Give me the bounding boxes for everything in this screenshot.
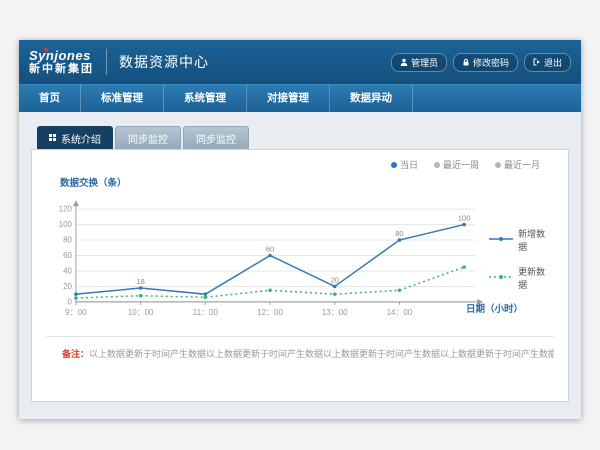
svg-text:11：00: 11：00 — [193, 308, 219, 317]
content-area: 系统介绍 同步监控 同步监控 当日 最近一周 — [19, 112, 581, 419]
svg-text:60: 60 — [63, 251, 72, 260]
header-actions: 管理员 修改密码 退出 — [391, 53, 571, 72]
user-icon — [400, 58, 408, 66]
svg-text:100: 100 — [59, 220, 73, 229]
radio-dot-icon — [434, 162, 440, 168]
svg-text:18: 18 — [136, 277, 144, 286]
desktop-background: Synjones 新中新集团 数据资源中心 管理员 修改密码 — [0, 0, 600, 450]
filter-last-week-label: 最近一周 — [443, 158, 479, 171]
svg-text:20: 20 — [331, 275, 339, 284]
nav-item-home[interactable]: 首页 — [19, 85, 81, 112]
svg-text:14：00: 14：00 — [387, 308, 413, 317]
tab-bar: 系统介绍 同步监控 同步监控 — [37, 126, 569, 149]
logout-icon — [533, 58, 541, 66]
svg-text:10：00: 10：00 — [128, 308, 154, 317]
main-nav: 首页 标准管理 系统管理 对接管理 数据异动 — [19, 84, 581, 112]
svg-text:12：00: 12：00 — [257, 308, 283, 317]
nav-item-system-mgmt[interactable]: 系统管理 — [164, 85, 247, 112]
svg-text:60: 60 — [266, 245, 274, 254]
svg-text:20: 20 — [63, 282, 72, 291]
line-chart: 0 20 40 60 80 100 120 9：00 10：00 11：00 12：00 13：00 1… — [46, 191, 485, 326]
tab-sync-monitor-1[interactable]: 同步监控 — [115, 126, 181, 149]
radio-dot-icon — [495, 162, 501, 168]
header-divider — [106, 49, 107, 75]
legend-update-data-label: 更新数据 — [518, 265, 554, 291]
nav-item-data-change[interactable]: 数据异动 — [330, 85, 413, 112]
legend-new-data: 新增数据 — [489, 227, 554, 253]
svg-text:13：00: 13：00 — [322, 308, 348, 317]
svg-text:100: 100 — [458, 214, 470, 223]
radio-dot-icon — [391, 162, 397, 168]
legend-new-data-label: 新增数据 — [518, 227, 554, 253]
filter-today[interactable]: 当日 — [391, 158, 418, 171]
tab-system-intro[interactable]: 系统介绍 — [37, 126, 113, 149]
solid-line-sample-icon — [489, 235, 513, 245]
admin-button-label: 管理员 — [411, 56, 438, 69]
svg-text:0: 0 — [68, 297, 73, 306]
change-password-button[interactable]: 修改密码 — [453, 53, 518, 72]
svg-text:120: 120 — [59, 205, 73, 214]
tab-system-intro-label: 系统介绍 — [61, 131, 101, 146]
logo: Synjones 新中新集团 — [29, 49, 94, 75]
svg-text:40: 40 — [63, 266, 72, 275]
range-filter-group: 当日 最近一周 最近一月 — [46, 158, 540, 171]
app-window: Synjones 新中新集团 数据资源中心 管理员 修改密码 — [19, 40, 581, 419]
logo-red-dot — [44, 48, 48, 52]
nav-item-standard-mgmt[interactable]: 标准管理 — [81, 85, 164, 112]
filter-last-week[interactable]: 最近一周 — [434, 158, 479, 171]
svg-text:80: 80 — [63, 236, 72, 245]
filter-today-label: 当日 — [400, 158, 418, 171]
change-password-button-label: 修改密码 — [473, 56, 509, 69]
admin-button[interactable]: 管理员 — [391, 53, 447, 72]
header: Synjones 新中新集团 数据资源中心 管理员 修改密码 — [19, 40, 581, 84]
lock-icon — [462, 58, 470, 66]
tab-sync-monitor-2[interactable]: 同步监控 — [183, 126, 249, 149]
legend-update-data: 更新数据 — [489, 265, 554, 291]
y-axis-title: 数据交换（条） — [60, 175, 554, 189]
svg-text:9：00: 9：00 — [65, 308, 87, 317]
logout-button[interactable]: 退出 — [524, 53, 571, 72]
page-title: 数据资源中心 — [119, 52, 209, 72]
x-axis-title: 日期（小时） — [466, 301, 523, 315]
dotted-line-sample-icon — [489, 273, 513, 283]
filter-last-month-label: 最近一月 — [504, 158, 540, 171]
footnote: 备注：以上数据更新于时间产生数据以上数据更新于时间产生数据以上数据更新于时间产生… — [46, 337, 554, 360]
logo-text-en: Synjones — [29, 49, 94, 63]
grid-icon — [49, 133, 56, 144]
svg-text:80: 80 — [395, 229, 403, 238]
footnote-text: 以上数据更新于时间产生数据以上数据更新于时间产生数据以上数据更新于时间产生数据以… — [89, 349, 554, 359]
nav-item-connection-mgmt[interactable]: 对接管理 — [247, 85, 330, 112]
logo-text-cn: 新中新集团 — [29, 63, 94, 75]
series-legend: 新增数据 更新数据 — [489, 227, 554, 291]
filter-last-month[interactable]: 最近一月 — [495, 158, 540, 171]
logout-button-label: 退出 — [544, 56, 562, 69]
chart-panel: 当日 最近一周 最近一月 数据交换（条） 0 20 40 60 80 100 120 9：00… — [31, 149, 569, 402]
footnote-label: 备注： — [62, 349, 89, 359]
